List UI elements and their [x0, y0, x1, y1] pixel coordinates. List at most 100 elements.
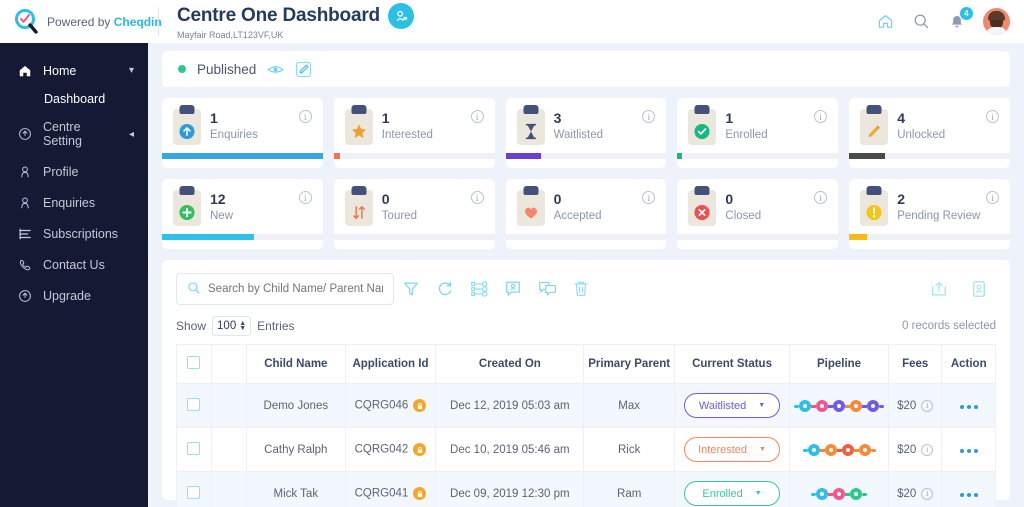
- column-header-pipeline[interactable]: Pipeline: [789, 344, 889, 384]
- sidebar-item-upgrade[interactable]: Upgrade: [0, 280, 148, 311]
- chat-bubbles-icon[interactable]: [530, 274, 564, 304]
- contact-card-icon[interactable]: [496, 274, 530, 304]
- column-header-application-id[interactable]: Application Id: [344, 344, 437, 384]
- home-icon[interactable]: [875, 12, 895, 32]
- column-header-child-name[interactable]: Child Name: [245, 344, 346, 384]
- column-header-action[interactable]: Action: [941, 344, 996, 384]
- info-icon[interactable]: i: [298, 110, 312, 123]
- table-row[interactable]: Demo Jones CQRG046 Dec 12, 2019 05:03 am Ma…: [176, 383, 996, 428]
- info-icon[interactable]: i: [985, 191, 999, 204]
- pipeline-dot[interactable]: [833, 400, 846, 413]
- stepper-icon[interactable]: ▲ ▼: [239, 320, 246, 332]
- stat-card-pending-review[interactable]: 2 Pending Review i: [849, 179, 1010, 249]
- info-icon[interactable]: i: [921, 443, 934, 456]
- chevron-down-icon[interactable]: ▼: [759, 446, 766, 453]
- pipeline-dot[interactable]: [841, 444, 854, 457]
- info-icon[interactable]: i: [642, 110, 656, 123]
- export-share-icon[interactable]: [922, 274, 956, 304]
- info-icon[interactable]: i: [814, 110, 828, 123]
- more-options-icon[interactable]: [959, 404, 978, 409]
- stat-card-accepted[interactable]: 0 Accepted i: [505, 179, 667, 249]
- filter-funnel-icon[interactable]: [394, 274, 428, 304]
- pipeline-dot[interactable]: [867, 400, 880, 413]
- sidebar-item-centre-setting[interactable]: Centre Setting ◂: [0, 112, 148, 156]
- chevron-down-icon[interactable]: ▼: [758, 402, 765, 409]
- sidebar-subitem-dashboard[interactable]: Dashboard: [0, 86, 148, 112]
- workflow-assign-icon[interactable]: [462, 274, 496, 304]
- status-dropdown[interactable]: Enrolled ▼: [684, 481, 781, 506]
- progress-track: [677, 234, 839, 240]
- status-dropdown[interactable]: Waitlisted ▼: [684, 393, 781, 418]
- pipeline-dot[interactable]: [824, 444, 837, 457]
- row-checkbox[interactable]: [187, 485, 201, 499]
- trash-icon[interactable]: [564, 274, 598, 304]
- info-icon[interactable]: i: [985, 110, 999, 123]
- pipeline-dot[interactable]: [816, 400, 829, 413]
- pipeline-indicator[interactable]: [811, 488, 868, 501]
- contact-export-icon[interactable]: [962, 274, 996, 304]
- sidebar-item-enquiries[interactable]: Enquiries: [0, 187, 148, 218]
- column-header-created-on[interactable]: Created On: [435, 344, 585, 384]
- info-icon[interactable]: i: [470, 191, 484, 204]
- info-icon[interactable]: i: [470, 110, 484, 123]
- sidebar-item-subscriptions[interactable]: Subscriptions: [0, 218, 148, 249]
- stat-card-new[interactable]: 12 New i: [162, 179, 323, 249]
- pipeline-dot[interactable]: [833, 488, 846, 501]
- pipeline-dot[interactable]: [850, 488, 863, 501]
- lock-icon[interactable]: [413, 399, 427, 412]
- info-icon[interactable]: i: [921, 399, 934, 412]
- column-header-primary-parent[interactable]: Primary Parent: [583, 344, 675, 384]
- info-icon[interactable]: i: [921, 487, 934, 500]
- search-icon[interactable]: [911, 12, 931, 32]
- stat-card-enquiries[interactable]: 1 Enquiries i: [162, 98, 323, 168]
- brand-logo[interactable]: Powered by Cheqdin: [0, 0, 162, 43]
- table-row[interactable]: Mick Tak CQRG041 Dec 09, 2019 12:30 pm Ram E…: [176, 471, 996, 507]
- refresh-icon[interactable]: [428, 274, 462, 304]
- pipeline-dot[interactable]: [850, 400, 863, 413]
- more-options-icon[interactable]: [959, 448, 978, 453]
- more-options-icon[interactable]: [959, 492, 978, 497]
- row-checkbox[interactable]: [187, 441, 201, 455]
- pipeline-indicator[interactable]: [802, 444, 876, 457]
- table-row[interactable]: Cathy Ralph CQRG042 Dec 10, 2019 05:46 am R…: [176, 427, 996, 472]
- pipeline-dot[interactable]: [799, 400, 812, 413]
- cell-child-name: Demo Jones: [245, 383, 346, 428]
- stat-card-toured[interactable]: 0 Toured i: [333, 179, 495, 249]
- column-header-current-status[interactable]: Current Status: [673, 344, 791, 384]
- stat-card-interested[interactable]: 1 Interested i: [333, 98, 495, 168]
- info-icon[interactable]: i: [298, 191, 312, 204]
- chevron-left-icon[interactable]: ◂: [129, 129, 134, 140]
- pipeline-dot[interactable]: [858, 444, 871, 457]
- pipeline-indicator[interactable]: [794, 400, 885, 413]
- lock-icon[interactable]: [413, 443, 427, 456]
- user-avatar[interactable]: [983, 8, 1010, 35]
- sidebar-item-contact-us[interactable]: Contact Us: [0, 249, 148, 280]
- notification-bell-icon[interactable]: 4: [947, 6, 973, 32]
- pipeline-dot[interactable]: [816, 488, 829, 501]
- edit-pencil-icon[interactable]: [295, 61, 312, 78]
- stat-card-enrolled[interactable]: 1 Enrolled i: [677, 98, 839, 168]
- sidebar-item-home[interactable]: Home ▾: [0, 55, 148, 86]
- column-header-fees[interactable]: Fees: [887, 344, 943, 384]
- chevron-down-icon[interactable]: ▾: [129, 65, 134, 76]
- info-icon[interactable]: i: [642, 191, 656, 204]
- search-box[interactable]: [176, 273, 394, 305]
- status-dropdown[interactable]: Interested ▼: [684, 437, 781, 462]
- sidebar-item-profile[interactable]: Profile: [0, 156, 148, 187]
- stat-card-closed[interactable]: 0 Closed i: [677, 179, 839, 249]
- stat-card-waitlisted[interactable]: 3 Waitlisted i: [505, 98, 667, 168]
- row-checkbox[interactable]: [187, 397, 201, 411]
- lock-icon[interactable]: [413, 487, 427, 500]
- select-all-checkbox[interactable]: [187, 356, 201, 369]
- user-profile-badge-icon[interactable]: [387, 3, 414, 29]
- plus-circle-icon: [178, 203, 197, 222]
- chevron-down-icon[interactable]: ▼: [755, 490, 762, 497]
- info-icon[interactable]: i: [814, 191, 828, 204]
- clipboard-icon: [516, 186, 545, 226]
- search-input[interactable]: [208, 283, 383, 295]
- entries-select[interactable]: 100 ▲ ▼: [212, 316, 252, 336]
- pipeline-dot[interactable]: [807, 444, 820, 457]
- cell-child-name: Cathy Ralph: [245, 427, 346, 472]
- eye-icon[interactable]: [267, 63, 285, 76]
- stat-card-unlocked[interactable]: 4 Unlocked i: [849, 98, 1010, 168]
